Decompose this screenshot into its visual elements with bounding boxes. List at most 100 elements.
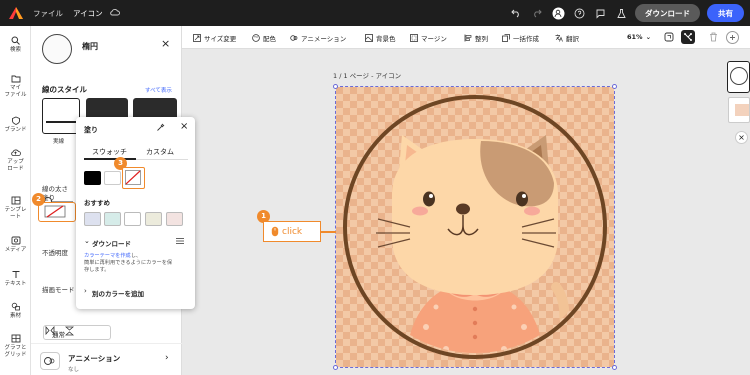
chevron-down-icon[interactable]: ⌄ [84, 237, 90, 245]
stroke-style-solid[interactable] [42, 98, 80, 134]
page-label: 1 / 1 ページ - アイコン [333, 72, 402, 80]
settings-list-icon[interactable] [175, 237, 185, 247]
tool-animation[interactable]: アニメーション [290, 33, 346, 43]
recommended-swatch-4[interactable] [145, 212, 162, 226]
tool-resize[interactable]: サイズ変更 [193, 33, 236, 43]
delete-icon[interactable] [709, 32, 718, 44]
shape-name: 楕円 [82, 42, 98, 51]
template-icon [11, 196, 20, 205]
flip-horizontal-icon[interactable] [45, 325, 55, 337]
fill-color-swatch[interactable] [38, 202, 76, 222]
swatch-none[interactable] [122, 167, 145, 189]
chevron-right-small-icon: › [84, 287, 87, 295]
click-label: click [282, 226, 303, 237]
tab-divider [136, 158, 188, 160]
recommended-title: おすすめ [84, 199, 110, 207]
flip-vertical-icon[interactable] [64, 326, 75, 338]
fill-popup: 塗り × スウォッチ カスタム 3 おすすめ ⌄ ダウンロード カラーテーマを作… [76, 117, 195, 309]
grid-icon [11, 334, 20, 343]
rail-label: 検索 [9, 47, 21, 53]
selection-handle[interactable] [612, 84, 617, 89]
selection-handle[interactable] [333, 365, 338, 370]
rail-item-grid[interactable]: グラフと グリッド [0, 334, 31, 359]
recommended-swatch-5[interactable] [166, 212, 183, 226]
tool-label: 一括作成 [513, 35, 539, 43]
stroke-style-title: 線のスタイル [42, 85, 87, 94]
undo-icon[interactable] [509, 6, 523, 20]
theme-text-line3: 存します。 [84, 267, 110, 273]
tool-bulk-create[interactable]: 一括作成 [502, 33, 539, 43]
swatch-white[interactable] [104, 171, 121, 185]
recommended-swatch-1[interactable] [84, 212, 101, 226]
tool-label: サイズ変更 [204, 35, 237, 43]
share-button[interactable]: 共有 [707, 4, 744, 22]
shape-thumbnail [42, 34, 72, 64]
app-logo[interactable] [8, 6, 24, 20]
rail-item-template[interactable]: テンプレ ート [0, 196, 31, 221]
rail-item-brand[interactable]: ブランド [0, 116, 31, 134]
chevron-right-icon: › [165, 353, 169, 363]
page-icon[interactable] [664, 32, 674, 44]
align-icon [464, 34, 472, 42]
selection-handle[interactable] [612, 365, 617, 370]
eyedropper-icon[interactable] [156, 123, 165, 134]
popup-close-icon[interactable]: × [180, 121, 188, 132]
rail-item-search[interactable]: 検索 [0, 36, 31, 54]
theme-text-suffix: し、 [130, 253, 142, 259]
tool-background[interactable]: 背景色 [365, 33, 396, 43]
rail-label: テンプレ ート [4, 207, 27, 220]
help-icon[interactable] [572, 6, 586, 20]
context-toolbar: サイズ変更 配色 アニメーション 背景色 マージン 整列 一括作成 翻訳 61%… [182, 26, 750, 49]
create-theme-link[interactable]: カラーテーマを作成 [84, 253, 131, 259]
search-icon [11, 36, 20, 45]
page-thumbnail-2[interactable] [728, 97, 750, 123]
tab-swatch[interactable]: スウォッチ [92, 147, 127, 157]
tool-margin[interactable]: マージン [410, 33, 447, 43]
upload-icon [11, 149, 21, 156]
page-thumbnail-1[interactable] [727, 61, 750, 93]
rail-item-myfiles[interactable]: マイ ファイル [0, 74, 31, 99]
add-color-button[interactable]: 別のカラーを追加 [92, 288, 144, 298]
palette-icon [252, 34, 260, 42]
tab-underline [84, 158, 136, 160]
rail-item-text[interactable]: テキスト [0, 270, 31, 288]
download-section-title[interactable]: ダウンロード [92, 238, 131, 248]
see-all-link[interactable]: すべて表示 [145, 86, 172, 94]
redo-icon[interactable] [530, 6, 544, 20]
animation-row[interactable]: アニメーション なし › [31, 343, 182, 375]
step-badge-2: 2 [32, 193, 45, 206]
invite-user-icon[interactable] [551, 6, 565, 20]
rail-item-media[interactable]: メディア [0, 236, 31, 254]
tool-color-scheme[interactable]: 配色 [252, 33, 276, 43]
document-title[interactable]: アイコン [73, 8, 103, 19]
tool-translate[interactable]: 翻訳 [555, 33, 579, 43]
rail-item-elements[interactable]: 素材 [0, 302, 31, 320]
rail-item-upload[interactable]: アップ ロード [0, 148, 31, 173]
file-menu[interactable]: ファイル [33, 8, 63, 19]
bulk-create-icon [502, 34, 510, 42]
lab-icon[interactable] [614, 6, 628, 20]
comment-icon[interactable] [593, 6, 607, 20]
click-annotation: click [263, 221, 321, 242]
swatch-black[interactable] [84, 171, 101, 185]
recommended-swatch-3[interactable] [124, 212, 141, 226]
tool-align[interactable]: 整列 [464, 33, 488, 43]
chevron-down-icon: ⌄ [645, 33, 652, 41]
brand-icon [11, 116, 20, 125]
recommended-swatch-2[interactable] [104, 212, 121, 226]
add-icon[interactable] [726, 31, 739, 44]
resize-icon [193, 34, 201, 42]
artboard[interactable] [333, 84, 617, 370]
close-thumbnail-icon[interactable]: × [735, 131, 748, 144]
download-button[interactable]: ダウンロード [635, 4, 700, 22]
layout-icon[interactable] [681, 30, 695, 44]
close-icon[interactable]: × [161, 37, 170, 50]
tool-label: アニメーション [301, 35, 347, 43]
top-bar: ファイル アイコン ダウンロード 共有 [0, 0, 750, 26]
animation-tool-icon [290, 35, 298, 41]
tab-custom[interactable]: カスタム [146, 147, 174, 157]
selection-handle[interactable] [333, 84, 338, 89]
zoom-control[interactable]: 61% ⌄ [627, 33, 651, 41]
rail-label: アップ ロード [7, 159, 24, 172]
opacity-label: 不透明度 [42, 249, 68, 257]
